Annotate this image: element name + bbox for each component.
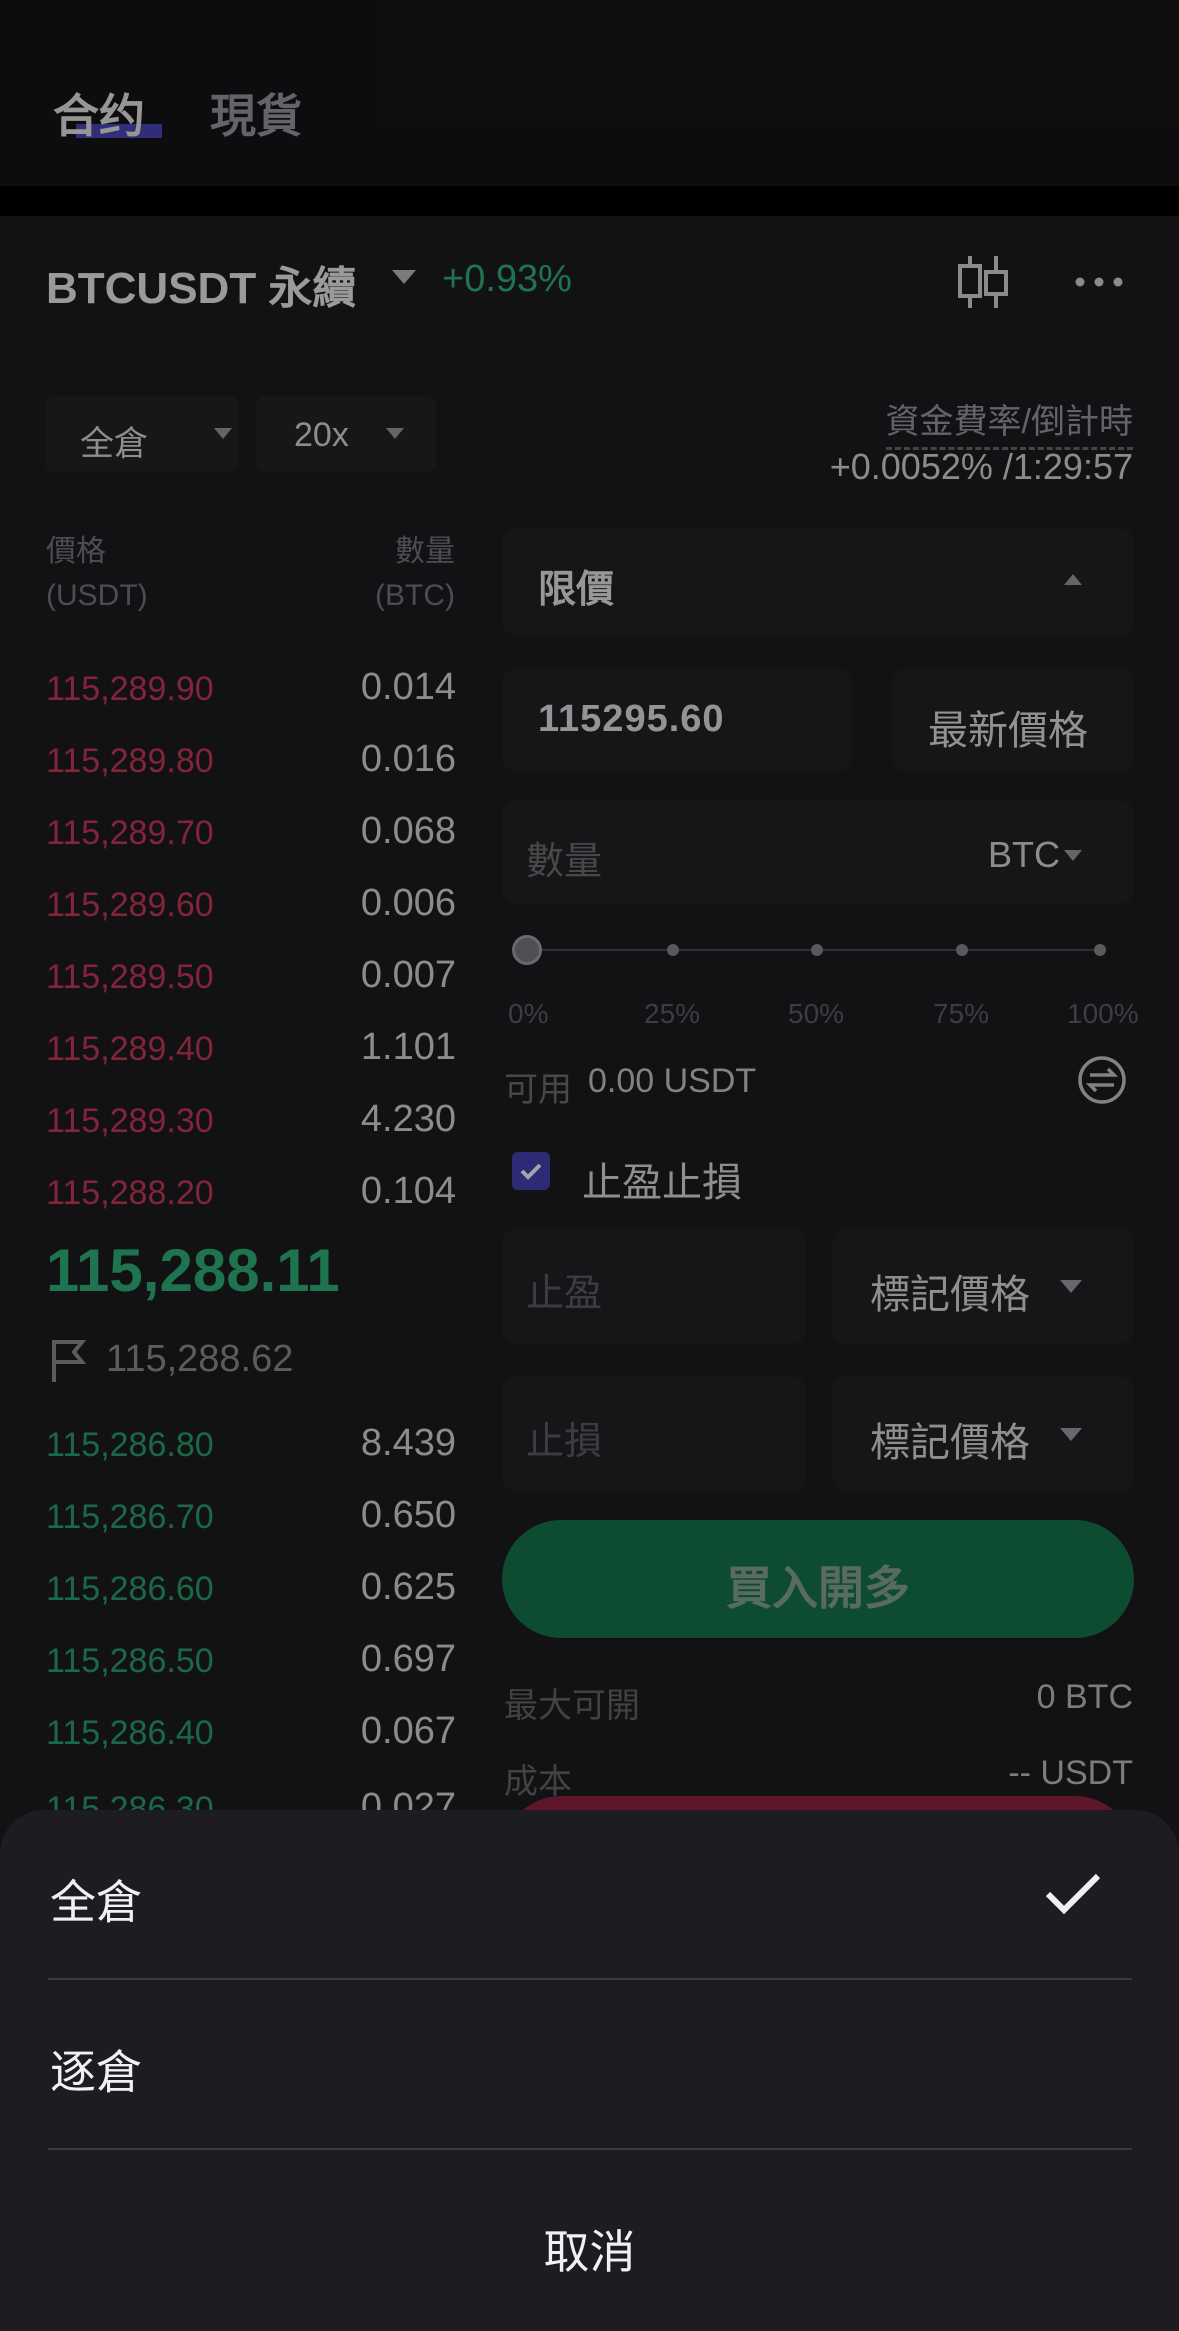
sheet-option-isolated[interactable]: 逐倉 bbox=[0, 1980, 1179, 2150]
sheet-option-label: 逐倉 bbox=[50, 2045, 142, 2099]
cancel-label: 取消 bbox=[543, 2225, 636, 2279]
divider bbox=[48, 2148, 1132, 2150]
sheet-option-cross[interactable]: 全倉 bbox=[0, 1810, 1179, 1980]
sheet-option-label: 全倉 bbox=[50, 1875, 142, 1929]
margin-mode-sheet: 全倉 逐倉 取消 bbox=[0, 1810, 1179, 2331]
check-icon bbox=[1045, 1873, 1101, 1915]
cancel-button[interactable]: 取消 bbox=[0, 2170, 1179, 2331]
